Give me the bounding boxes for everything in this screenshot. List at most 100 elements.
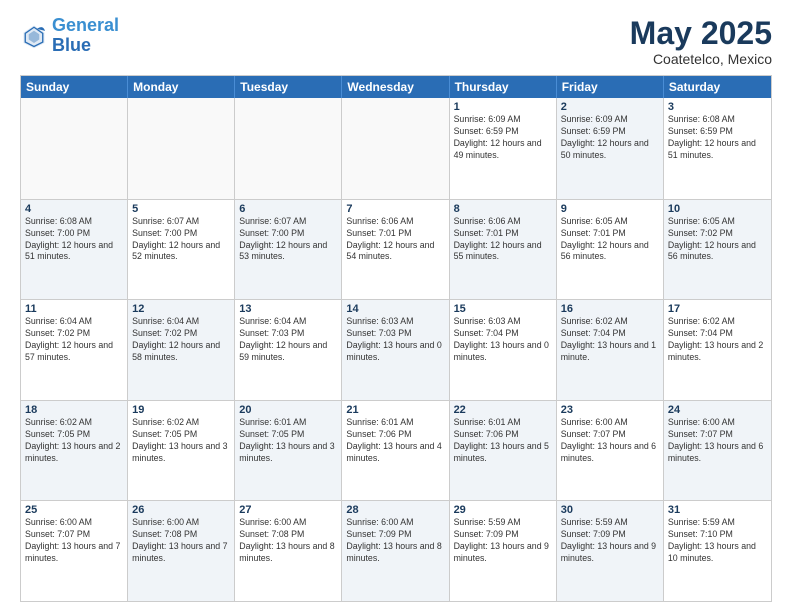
day-number: 8 [454,203,552,215]
day-cell: 5Sunrise: 6:07 AM Sunset: 7:00 PM Daylig… [128,200,235,300]
day-info: Sunrise: 6:03 AM Sunset: 7:04 PM Dayligh… [454,316,552,364]
day-cell: 23Sunrise: 6:00 AM Sunset: 7:07 PM Dayli… [557,401,664,501]
weekday-header: Thursday [450,76,557,98]
day-number: 2 [561,101,659,113]
logo-text: General Blue [52,16,119,56]
day-number: 23 [561,404,659,416]
day-cell: 10Sunrise: 6:05 AM Sunset: 7:02 PM Dayli… [664,200,771,300]
day-info: Sunrise: 6:09 AM Sunset: 6:59 PM Dayligh… [561,114,659,162]
day-cell: 29Sunrise: 5:59 AM Sunset: 7:09 PM Dayli… [450,501,557,601]
day-info: Sunrise: 6:07 AM Sunset: 7:00 PM Dayligh… [132,216,230,264]
day-info: Sunrise: 6:00 AM Sunset: 7:08 PM Dayligh… [239,517,337,565]
day-info: Sunrise: 6:02 AM Sunset: 7:04 PM Dayligh… [668,316,767,364]
day-number: 16 [561,303,659,315]
day-number: 12 [132,303,230,315]
empty-cell [235,98,342,199]
empty-cell [128,98,235,199]
day-cell: 3Sunrise: 6:08 AM Sunset: 6:59 PM Daylig… [664,98,771,199]
calendar-title: May 2025 [630,16,772,51]
calendar-row: 25Sunrise: 6:00 AM Sunset: 7:07 PM Dayli… [21,500,771,601]
day-info: Sunrise: 6:02 AM Sunset: 7:05 PM Dayligh… [132,417,230,465]
day-info: Sunrise: 6:04 AM Sunset: 7:03 PM Dayligh… [239,316,337,364]
day-info: Sunrise: 6:00 AM Sunset: 7:09 PM Dayligh… [346,517,444,565]
calendar-row: 11Sunrise: 6:04 AM Sunset: 7:02 PM Dayli… [21,299,771,400]
day-cell: 31Sunrise: 5:59 AM Sunset: 7:10 PM Dayli… [664,501,771,601]
day-info: Sunrise: 6:00 AM Sunset: 7:07 PM Dayligh… [561,417,659,465]
logo: General Blue [20,16,119,56]
day-cell: 30Sunrise: 5:59 AM Sunset: 7:09 PM Dayli… [557,501,664,601]
day-cell: 18Sunrise: 6:02 AM Sunset: 7:05 PM Dayli… [21,401,128,501]
day-info: Sunrise: 6:05 AM Sunset: 7:02 PM Dayligh… [668,216,767,264]
weekday-header: Sunday [21,76,128,98]
weekday-header: Saturday [664,76,771,98]
day-number: 1 [454,101,552,113]
day-number: 3 [668,101,767,113]
day-cell: 26Sunrise: 6:00 AM Sunset: 7:08 PM Dayli… [128,501,235,601]
day-cell: 19Sunrise: 6:02 AM Sunset: 7:05 PM Dayli… [128,401,235,501]
day-number: 9 [561,203,659,215]
logo-icon [20,22,48,50]
day-cell: 28Sunrise: 6:00 AM Sunset: 7:09 PM Dayli… [342,501,449,601]
day-info: Sunrise: 6:00 AM Sunset: 7:07 PM Dayligh… [668,417,767,465]
empty-cell [21,98,128,199]
day-cell: 4Sunrise: 6:08 AM Sunset: 7:00 PM Daylig… [21,200,128,300]
day-cell: 12Sunrise: 6:04 AM Sunset: 7:02 PM Dayli… [128,300,235,400]
day-number: 20 [239,404,337,416]
day-cell: 24Sunrise: 6:00 AM Sunset: 7:07 PM Dayli… [664,401,771,501]
day-info: Sunrise: 6:04 AM Sunset: 7:02 PM Dayligh… [25,316,123,364]
day-cell: 14Sunrise: 6:03 AM Sunset: 7:03 PM Dayli… [342,300,449,400]
calendar-header: SundayMondayTuesdayWednesdayThursdayFrid… [21,76,771,98]
day-info: Sunrise: 6:04 AM Sunset: 7:02 PM Dayligh… [132,316,230,364]
day-info: Sunrise: 6:00 AM Sunset: 7:08 PM Dayligh… [132,517,230,565]
day-number: 5 [132,203,230,215]
day-number: 15 [454,303,552,315]
title-block: May 2025 Coatetelco, Mexico [630,16,772,67]
day-number: 17 [668,303,767,315]
day-cell: 6Sunrise: 6:07 AM Sunset: 7:00 PM Daylig… [235,200,342,300]
day-number: 25 [25,504,123,516]
day-number: 18 [25,404,123,416]
day-number: 24 [668,404,767,416]
day-info: Sunrise: 5:59 AM Sunset: 7:09 PM Dayligh… [561,517,659,565]
day-number: 11 [25,303,123,315]
page: General Blue May 2025 Coatetelco, Mexico… [0,0,792,612]
empty-cell [342,98,449,199]
day-info: Sunrise: 6:01 AM Sunset: 7:05 PM Dayligh… [239,417,337,465]
day-cell: 13Sunrise: 6:04 AM Sunset: 7:03 PM Dayli… [235,300,342,400]
day-cell: 8Sunrise: 6:06 AM Sunset: 7:01 PM Daylig… [450,200,557,300]
day-info: Sunrise: 6:08 AM Sunset: 7:00 PM Dayligh… [25,216,123,264]
day-cell: 17Sunrise: 6:02 AM Sunset: 7:04 PM Dayli… [664,300,771,400]
day-info: Sunrise: 6:06 AM Sunset: 7:01 PM Dayligh… [346,216,444,264]
day-number: 27 [239,504,337,516]
weekday-header: Tuesday [235,76,342,98]
calendar-location: Coatetelco, Mexico [630,51,772,67]
day-cell: 7Sunrise: 6:06 AM Sunset: 7:01 PM Daylig… [342,200,449,300]
day-info: Sunrise: 6:03 AM Sunset: 7:03 PM Dayligh… [346,316,444,364]
day-cell: 9Sunrise: 6:05 AM Sunset: 7:01 PM Daylig… [557,200,664,300]
day-cell: 27Sunrise: 6:00 AM Sunset: 7:08 PM Dayli… [235,501,342,601]
day-info: Sunrise: 6:05 AM Sunset: 7:01 PM Dayligh… [561,216,659,264]
weekday-header: Monday [128,76,235,98]
day-cell: 20Sunrise: 6:01 AM Sunset: 7:05 PM Dayli… [235,401,342,501]
day-number: 4 [25,203,123,215]
day-number: 10 [668,203,767,215]
day-number: 6 [239,203,337,215]
day-info: Sunrise: 6:08 AM Sunset: 6:59 PM Dayligh… [668,114,767,162]
day-number: 28 [346,504,444,516]
day-info: Sunrise: 6:00 AM Sunset: 7:07 PM Dayligh… [25,517,123,565]
day-info: Sunrise: 6:07 AM Sunset: 7:00 PM Dayligh… [239,216,337,264]
calendar-row: 4Sunrise: 6:08 AM Sunset: 7:00 PM Daylig… [21,199,771,300]
day-info: Sunrise: 6:09 AM Sunset: 6:59 PM Dayligh… [454,114,552,162]
day-info: Sunrise: 6:01 AM Sunset: 7:06 PM Dayligh… [346,417,444,465]
day-info: Sunrise: 6:02 AM Sunset: 7:05 PM Dayligh… [25,417,123,465]
day-number: 22 [454,404,552,416]
day-number: 26 [132,504,230,516]
day-number: 19 [132,404,230,416]
day-info: Sunrise: 6:01 AM Sunset: 7:06 PM Dayligh… [454,417,552,465]
day-cell: 16Sunrise: 6:02 AM Sunset: 7:04 PM Dayli… [557,300,664,400]
weekday-header: Friday [557,76,664,98]
day-info: Sunrise: 5:59 AM Sunset: 7:09 PM Dayligh… [454,517,552,565]
calendar-row: 18Sunrise: 6:02 AM Sunset: 7:05 PM Dayli… [21,400,771,501]
day-cell: 2Sunrise: 6:09 AM Sunset: 6:59 PM Daylig… [557,98,664,199]
weekday-header: Wednesday [342,76,449,98]
